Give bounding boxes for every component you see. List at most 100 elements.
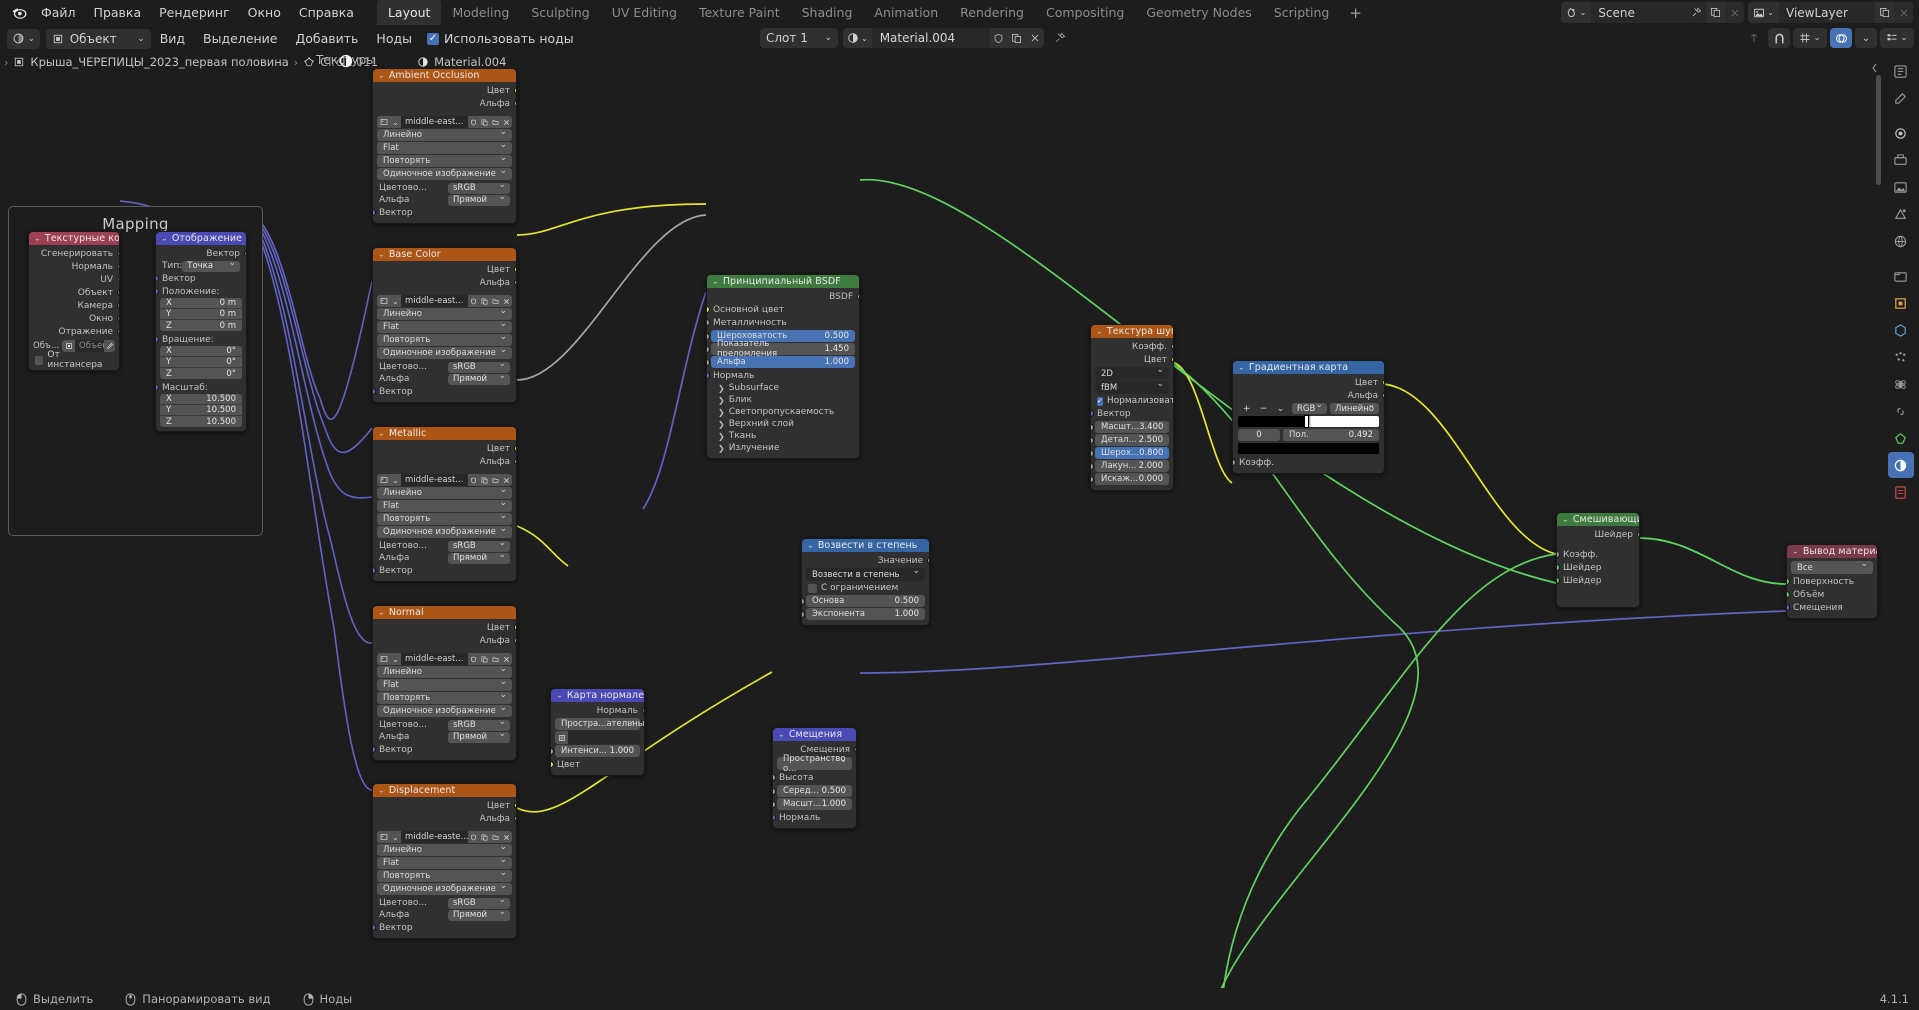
alpha-select[interactable]: Прямой [448,192,510,206]
socket-row-volume[interactable]: Объём [1787,588,1877,601]
input-socket[interactable] [1091,476,1094,483]
collapse-arrow-icon[interactable]: ⌄ [807,542,814,550]
input-socket[interactable] [1787,591,1790,598]
duplicate-icon[interactable] [479,474,490,486]
socket-row-alpha[interactable]: Альфа [373,634,516,647]
editor-type-selector[interactable]: ⌄ [7,28,40,49]
menu-render[interactable]: Рендеринг [150,0,239,25]
socket-row-bsdf-out[interactable]: BSDF [707,290,859,303]
alpha-row[interactable]: Альфа Прямой [373,907,516,921]
input-socket[interactable] [707,306,710,313]
collapse-arrow-icon[interactable]: ⌄ [778,731,785,739]
base-slider[interactable]: Основа 0.500 [806,595,925,607]
snap-grid-icon[interactable]: ⌄ [1793,28,1827,48]
socket-row-alpha[interactable]: Альфа [1233,389,1384,402]
socket-row-location[interactable]: Положение: [156,285,246,298]
extension-select[interactable]: Повторять [377,332,512,346]
node-image-texture-ambient-occlusion[interactable]: ⌄ Ambient Occlusion Цвет Альфа ⌄ middle-… [372,68,517,224]
scale-slider[interactable]: Масшт... 1.000 [777,798,852,810]
scene-selector[interactable]: ⌄ Scene [1560,2,1745,23]
node-texture-coordinate[interactable]: ⌄ Текстурные коорд... Сгенерировать Норм… [28,231,120,371]
extension-select[interactable]: Повторять [377,511,512,525]
input-socket[interactable] [1557,564,1560,571]
image-name[interactable]: middle-easte... [401,832,468,842]
location-y[interactable]: Y 0 m [160,309,242,320]
projection-select[interactable]: Flat [377,855,512,869]
duplicate-icon[interactable] [479,831,490,843]
projection-select[interactable]: Flat [377,498,512,512]
mapping-type-select[interactable]: Точка [182,258,240,272]
panel-specular[interactable]: ❯ Блик [707,394,859,406]
interpolation-select[interactable]: Линейно [377,306,512,320]
node-material-output[interactable]: ⌄ Вывод материала Все Поверхность Объём … [1786,544,1878,619]
socket-row-color[interactable]: Цвет [1233,376,1384,389]
socket-row-generated[interactable]: Сгенерировать [29,247,119,260]
collapse-arrow-icon[interactable]: ⌄ [1562,516,1569,524]
input-socket[interactable] [156,288,159,295]
output-socket[interactable] [1381,379,1384,386]
node-header[interactable]: ⌄ Смешивающий ше... [1557,513,1639,526]
source-select[interactable]: Одиночное изображение [377,524,512,538]
input-socket[interactable] [802,611,805,618]
node-header[interactable]: ⌄ Displacement [373,784,516,797]
image-name[interactable]: middle-east... [401,475,468,485]
output-socket[interactable] [513,637,516,644]
image-datablock-picker[interactable]: ⌄ middle-east... [377,295,512,307]
node-header[interactable]: ⌄ Metallic [373,427,516,440]
socket-row-color[interactable]: Цвет [551,758,644,771]
workspace-tab-scripting[interactable]: Scripting [1263,0,1341,25]
socket-row-fac[interactable]: Коэфф. [1233,456,1384,469]
object-data-icon[interactable] [1888,425,1914,451]
output-socket[interactable] [116,276,119,283]
output-socket[interactable] [116,289,119,296]
duplicate-icon[interactable] [479,116,490,128]
material-field[interactable]: ⌄ Material.004 [843,28,1044,48]
node-header[interactable]: ⌄ Normal [373,606,516,619]
socket-row-alpha[interactable]: Альфа [373,812,516,825]
chevron-down-icon[interactable]: ⌄ [390,831,401,843]
workspace-tab-uv-editing[interactable]: UV Editing [601,0,688,25]
midlevel-slider[interactable]: Серед... 0.500 [777,785,852,797]
uv-map-picker[interactable] [555,731,640,744]
interpolation-select[interactable]: Линейно [377,127,512,141]
node-image-texture-displacement[interactable]: ⌄ Displacement Цвет Альфа ⌄ middle-easte… [372,783,517,939]
menu-file[interactable]: Файл [32,0,85,25]
source-select[interactable]: Одиночное изображение [377,345,512,359]
overlays-options-icon[interactable]: ⌄ [1855,28,1877,48]
output-icon[interactable] [1888,147,1914,173]
node-image-texture-base-color[interactable]: ⌄ Base Color Цвет Альфа ⌄ middle-east...… [372,247,517,403]
alpha-select[interactable]: Прямой [448,729,510,743]
output-socket[interactable] [116,263,119,270]
output-socket[interactable] [1170,343,1173,350]
close-icon[interactable] [1725,2,1745,23]
socket-row-displacement[interactable]: Смещения [1787,601,1877,614]
input-socket[interactable] [1091,450,1094,457]
extension-select[interactable]: Повторять [377,690,512,704]
input-socket[interactable] [156,336,159,343]
socket-row-vector-in[interactable]: Вектор [373,564,516,577]
chevron-down-icon[interactable]: ⌄ [390,295,401,307]
projection-select[interactable]: Flat [377,140,512,154]
socket-row-camera[interactable]: Камера [29,299,119,312]
breadcrumb-arrow[interactable]: › [4,56,8,69]
particles-icon[interactable] [1888,344,1914,370]
output-socket[interactable] [513,802,516,809]
socket-row-color[interactable]: Цвет [373,84,516,97]
panel-emission[interactable]: ❯ Излучение [707,442,859,454]
collection-icon[interactable] [1888,263,1914,289]
colorspace-row[interactable]: Цветово... sRGB [373,895,516,909]
input-socket[interactable] [1233,459,1236,466]
node-header[interactable]: ⌄ Градиентная карта [1233,361,1384,374]
chevron-down-icon[interactable]: ⌄ [390,653,401,665]
output-socket[interactable] [513,458,516,465]
close-icon[interactable] [1025,28,1044,48]
input-socket[interactable] [551,748,554,755]
socket-row-color[interactable]: Цвет [373,263,516,276]
input-socket[interactable] [551,761,554,768]
collapse-arrow-icon[interactable]: ⌄ [378,72,385,80]
interpolation-select[interactable]: Линейно [377,664,512,678]
menu-edit[interactable]: Правка [85,0,151,25]
collapse-arrow-icon[interactable]: ⌄ [378,609,385,617]
ramp-stop-handle[interactable] [1304,415,1310,428]
input-socket[interactable] [1091,463,1094,470]
